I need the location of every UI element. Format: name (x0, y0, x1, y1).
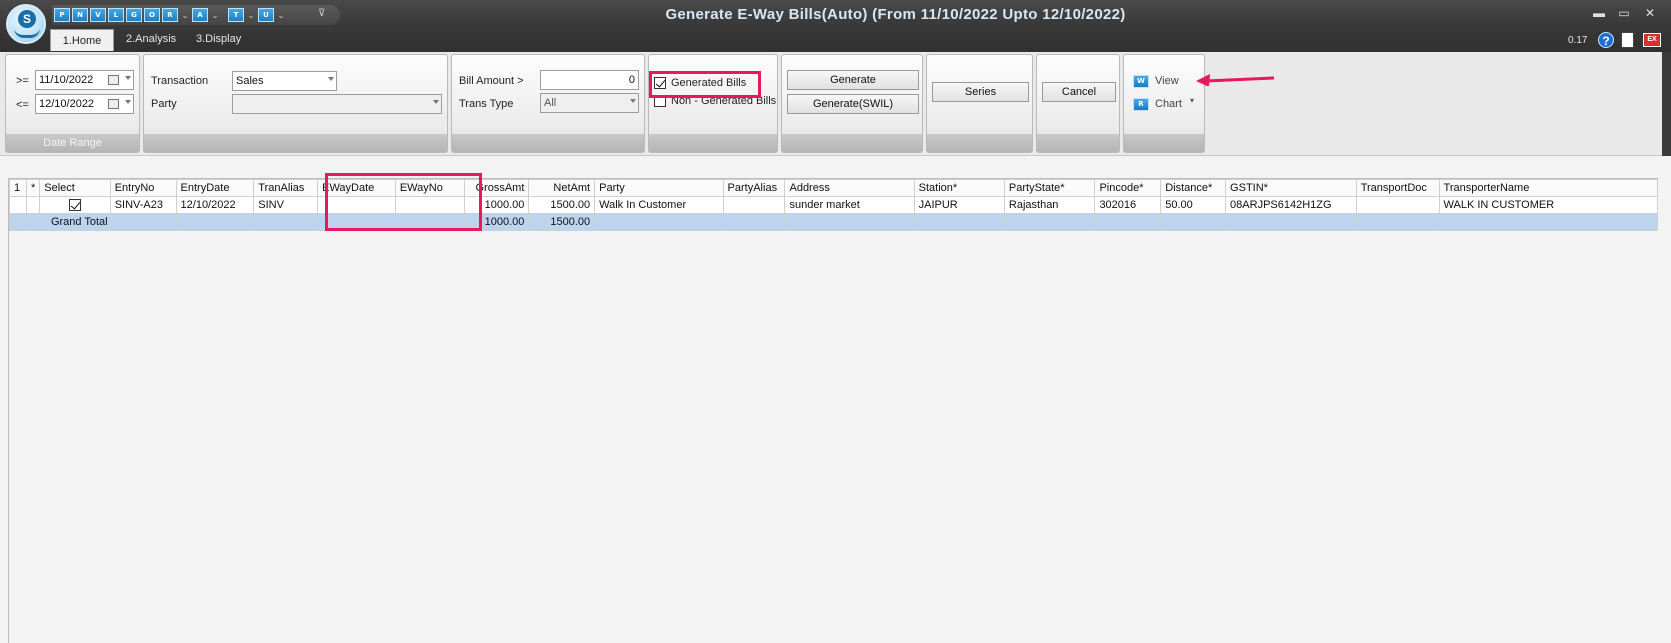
party-select[interactable] (232, 94, 442, 114)
transaction-group: Transaction Sales Party (143, 54, 448, 153)
column-header-distance[interactable]: Distance* (1160, 179, 1227, 197)
column-header-partyalias[interactable]: PartyAlias (722, 179, 786, 197)
bill-filter-group: Generated Bills Non - Generated Bills (648, 54, 778, 153)
party-label: Party (151, 98, 177, 110)
from-date-label: >= (16, 75, 29, 87)
tab-display[interactable]: 3.Display (196, 33, 241, 45)
cell-partystate[interactable]: Rajasthan (1003, 196, 1096, 214)
cell-distance[interactable]: 50.00 (1160, 196, 1227, 214)
zoom-level: 0.17 (1568, 35, 1588, 46)
series-group: Series (926, 54, 1033, 153)
window-title: Generate E-Way Bills(Auto) (From 11/10/2… (665, 6, 1126, 23)
column-header-entryno[interactable]: EntryNo (109, 179, 177, 197)
cell-station[interactable]: JAIPUR (913, 196, 1005, 214)
tab-analysis[interactable]: 2.Analysis (126, 33, 176, 45)
ribbon: >= 11/10/2022 <= 12/10/2022 Date Range T… (0, 52, 1671, 156)
calendar-icon[interactable] (108, 99, 119, 109)
chevron-down-icon[interactable] (125, 76, 131, 80)
help-icon[interactable]: ? (1598, 32, 1614, 48)
row-indicator-header: 1 (9, 179, 27, 197)
cell-transportername[interactable]: WALK IN CUSTOMER (1438, 196, 1659, 214)
cell-entryno[interactable]: SINV-A23 (109, 196, 177, 214)
to-date-picker[interactable]: 12/10/2022 (35, 94, 134, 114)
column-header-partystate[interactable]: PartyState* (1003, 179, 1096, 197)
cancel-button[interactable]: Cancel (1042, 82, 1116, 102)
column-header-entrydate[interactable]: EntryDate (175, 179, 255, 197)
chevron-down-icon[interactable] (125, 100, 131, 104)
view-button[interactable]: View (1155, 75, 1179, 87)
title-bar: S P N V L G O R ⌄ A ⌄ T ⌄ U ⌄ ⊽ Generate… (0, 0, 1671, 56)
transaction-select[interactable]: Sales (232, 71, 337, 91)
bill-amount-group: Bill Amount > 0 Trans Type All (451, 54, 645, 153)
star-header: * (25, 179, 41, 197)
maximize-button[interactable]: ▭ (1614, 6, 1634, 20)
eway-bill-table: 1 * Select EntryNo EntryDate TranAlias E… (9, 179, 1659, 231)
chevron-down-icon[interactable]: ▾ (1190, 96, 1194, 105)
column-header-party[interactable]: Party (594, 179, 724, 197)
highlight-generated-bills (649, 71, 761, 98)
bill-amount-label: Bill Amount > (459, 75, 524, 87)
column-header-pincode[interactable]: Pincode* (1094, 179, 1162, 197)
close-button[interactable]: ✕ (1640, 6, 1660, 20)
transaction-label: Transaction (151, 75, 209, 87)
bill-amount-input[interactable]: 0 (540, 70, 639, 90)
trans-type-select[interactable]: All (540, 93, 639, 113)
column-header-select[interactable]: Select (39, 179, 111, 197)
table-header-row: 1 * Select EntryNo EntryDate TranAlias E… (9, 179, 1659, 197)
cell-address[interactable]: sunder market (784, 196, 915, 214)
cell-netamt[interactable]: 1500.00 (528, 196, 596, 214)
view-icon[interactable]: W (1133, 75, 1149, 88)
from-date-picker[interactable]: 11/10/2022 (35, 70, 134, 90)
column-header-transportername[interactable]: TransporterName (1438, 179, 1659, 197)
row-select-checkbox[interactable] (39, 196, 111, 214)
generate-group: Generate Generate(SWIL) (781, 54, 923, 153)
document-icon[interactable] (1621, 32, 1634, 48)
chart-icon[interactable]: R (1133, 98, 1149, 111)
cell-gstin[interactable]: 08ARJPS6142H1ZG (1225, 196, 1357, 214)
calendar-icon[interactable] (108, 75, 119, 85)
column-header-transportdoc[interactable]: TransportDoc (1355, 179, 1440, 197)
to-date-label: <= (16, 99, 29, 111)
date-range-group-label: Date Range (6, 134, 139, 152)
grand-total-row: Grand Total 1000.00 1500.00 (9, 213, 1659, 231)
grand-total-label: Grand Total (25, 213, 177, 231)
chevron-down-icon[interactable] (433, 100, 439, 104)
minimize-button[interactable]: ▬ (1589, 6, 1609, 20)
chart-button[interactable]: Chart (1155, 98, 1182, 110)
chevron-down-icon[interactable] (630, 99, 636, 103)
table-row[interactable]: SINV-A23 12/10/2022 SINV 1000.00 1500.00… (9, 196, 1659, 214)
total-netamt: 1500.00 (528, 213, 596, 231)
cell-partyalias[interactable] (722, 196, 786, 214)
cancel-group: Cancel (1036, 54, 1120, 153)
column-header-station[interactable]: Station* (913, 179, 1005, 197)
ribbon-edge (1662, 52, 1671, 156)
highlight-eway-columns (325, 173, 482, 231)
cell-transportdoc[interactable] (1355, 196, 1440, 214)
generate-button[interactable]: Generate (787, 70, 919, 90)
generate-swil-button[interactable]: Generate(SWIL) (787, 94, 919, 114)
column-header-tranalias[interactable]: TranAlias (253, 179, 319, 197)
cell-tranalias[interactable]: SINV (253, 196, 319, 214)
eway-bill-grid: 1 * Select EntryNo EntryDate TranAlias E… (8, 178, 1659, 643)
date-range-group: >= 11/10/2022 <= 12/10/2022 Date Range (5, 54, 140, 153)
column-header-gstin[interactable]: GSTIN* (1225, 179, 1357, 197)
view-group: W View R Chart ▾ (1123, 54, 1205, 153)
column-header-address[interactable]: Address (784, 179, 915, 197)
pointer-arrow-icon (1196, 74, 1275, 86)
cell-entrydate[interactable]: 12/10/2022 (175, 196, 255, 214)
chevron-down-icon[interactable] (328, 77, 334, 81)
tab-home[interactable]: 1.Home (50, 29, 114, 51)
cell-pincode[interactable]: 302016 (1094, 196, 1162, 214)
series-button[interactable]: Series (932, 82, 1029, 102)
trans-type-label: Trans Type (459, 98, 514, 110)
checkbox-checked-icon[interactable] (68, 199, 81, 212)
column-header-netamt[interactable]: NetAmt (528, 179, 596, 197)
exit-icon[interactable]: EX (1643, 33, 1661, 47)
cell-party[interactable]: Walk In Customer (594, 196, 724, 214)
